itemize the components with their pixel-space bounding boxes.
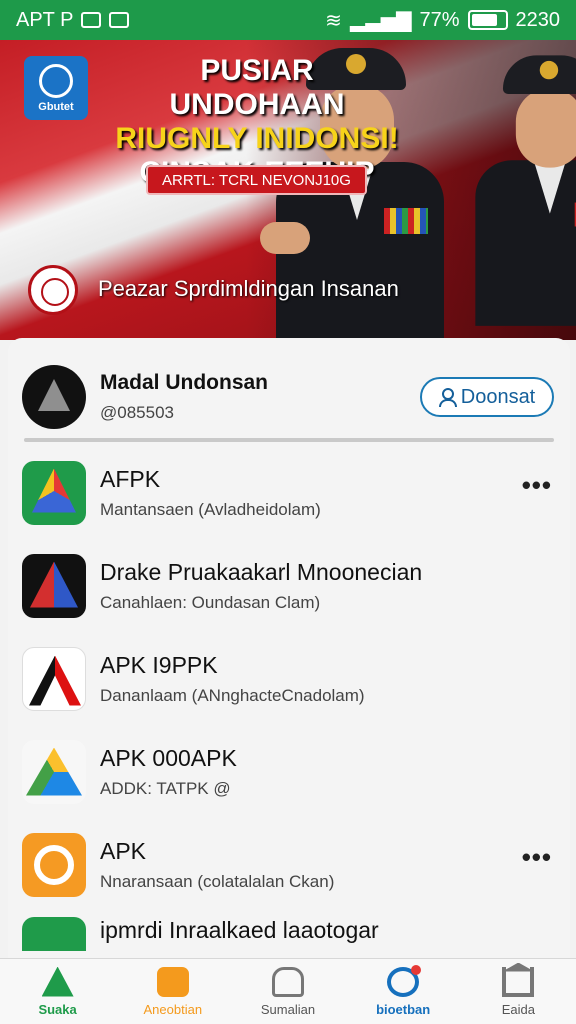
nav-label: Eaida xyxy=(501,1001,535,1017)
list-item[interactable]: Drake Pruakaakarl Mnoonecian Canahlaen: … xyxy=(8,539,570,632)
nav-suaka[interactable]: Suaka xyxy=(8,966,108,1017)
green-triangle-icon xyxy=(41,966,74,997)
nav-eaida[interactable]: Eaida xyxy=(468,966,568,1017)
nav-label: Aneobtian xyxy=(143,1001,203,1017)
app-text: APK 000APK ADDK: TATPK @ xyxy=(100,745,237,799)
wifi-icon: ≋ xyxy=(325,9,342,32)
clock: 2230 xyxy=(515,8,561,31)
app-desc: ADDK: TATPK @ xyxy=(100,778,231,798)
more-options-icon[interactable]: ••• xyxy=(522,470,552,501)
status-left: APT P xyxy=(16,8,130,32)
nav-label: Suaka xyxy=(38,1001,77,1017)
follow-label: Doonsat xyxy=(460,385,536,408)
app-text: ipmrdi Inraalkaed laaotogar xyxy=(100,917,379,944)
org-logo-text: Gbutet xyxy=(38,100,74,113)
app-list: AFPK Mantansaen (Avladheidolam) ••• Drak… xyxy=(8,446,570,951)
person-icon xyxy=(271,966,304,997)
blue-circle-icon xyxy=(387,964,422,997)
list-item[interactable]: APK 000APK ADDK: TATPK @ xyxy=(8,725,570,818)
carrier-label: APT P xyxy=(16,8,74,31)
more-options-icon[interactable]: ••• xyxy=(522,842,552,873)
nav-aneobtian[interactable]: Aneobtian xyxy=(123,966,223,1017)
message-icon xyxy=(109,12,130,28)
app-text: APK I9PPK Dananlaam (ANnghacteCnadolam) xyxy=(100,652,365,706)
notification-icon xyxy=(81,12,102,28)
app-name: ipmrdi Inraalkaed laaotogar xyxy=(100,917,379,943)
orange-gear-icon xyxy=(22,832,86,897)
status-bar: APT P ≋ ▂▃▅▇ 77% 2230 xyxy=(0,0,576,40)
red-blue-triangle-icon xyxy=(22,553,86,618)
app-desc: Mantansaen (Avladheidolam) xyxy=(100,499,321,519)
drive-icon xyxy=(22,739,86,804)
seal-icon xyxy=(28,265,78,315)
app-name: Drake Pruakaakarl Mnoonecian xyxy=(100,558,423,585)
divider xyxy=(24,438,554,442)
headline-line-2: RIUGNLY INIDONSI! xyxy=(115,122,399,155)
emblem-icon xyxy=(39,63,73,98)
app-desc: Nnaransaan (colatalalan Ckan) xyxy=(100,871,335,891)
list-item-partial[interactable]: ipmrdi Inraalkaed laaotogar xyxy=(8,911,570,951)
colorful-triangle-icon xyxy=(22,460,86,525)
signal-icon: ▂▃▅▇ xyxy=(349,9,412,32)
app-desc: Dananlaam (ANnghacteCnadolam) xyxy=(100,685,365,705)
banner-subtitle: Peazar Sprdimldingan Insanan xyxy=(98,276,399,301)
promo-banner[interactable]: Gbutet PUSIAR UNDOHAAN RIUGNLY INIDONSI!… xyxy=(0,40,576,340)
battery-percent: 77% xyxy=(419,8,460,31)
person-icon xyxy=(438,388,457,407)
officer-figure-2 xyxy=(468,48,576,326)
banner-tag: ARRTL: TCRL NEVONJ10G xyxy=(146,165,367,195)
profile-name: Madal Undonsan xyxy=(100,371,269,394)
app-name: AFPK xyxy=(100,465,161,492)
list-item[interactable]: AFPK Mantansaen (Avladheidolam) ••• xyxy=(8,446,570,539)
content-card: Madal Undonsan @085503 Doonsat AFPK Mant… xyxy=(8,338,570,1024)
red-black-a-icon xyxy=(22,646,86,711)
battery-icon xyxy=(467,10,508,30)
app-name: APK 000APK xyxy=(100,744,237,771)
profile-text: Madal Undonsan @085503 xyxy=(100,371,268,423)
app-name: APK I9PPK xyxy=(100,651,218,678)
bottom-nav: Suaka Aneobtian Sumalian bioetban Eaida xyxy=(0,958,576,1024)
notification-dot xyxy=(411,964,422,975)
avatar[interactable] xyxy=(22,365,86,429)
partial-app-icon xyxy=(22,917,86,951)
headline-line-1: PUSIAR UNDOHAAN xyxy=(169,54,345,121)
battery-fill xyxy=(471,14,497,26)
org-logo: Gbutet xyxy=(24,56,88,120)
profile-header: Madal Undonsan @085503 Doonsat xyxy=(8,338,570,438)
nav-bioetban[interactable]: bioetban xyxy=(353,964,453,1017)
nav-sumalian[interactable]: Sumalian xyxy=(238,966,338,1017)
nav-label: bioetban xyxy=(376,1001,431,1017)
follow-button[interactable]: Doonsat xyxy=(420,377,554,417)
list-item[interactable]: APK I9PPK Dananlaam (ANnghacteCnadolam) xyxy=(8,632,570,725)
app-text: Drake Pruakaakarl Mnoonecian Canahlaen: … xyxy=(100,559,422,613)
orange-square-icon xyxy=(156,966,189,997)
list-item[interactable]: APK Nnaransaan (colatalalan Ckan) ••• xyxy=(8,818,570,911)
app-desc: Canahlaen: Oundasan Clam) xyxy=(100,592,321,612)
app-name: APK xyxy=(100,837,147,864)
status-right: ≋ ▂▃▅▇ 77% 2230 xyxy=(325,8,560,33)
nav-label: Sumalian xyxy=(260,1001,316,1017)
profile-handle: @085503 xyxy=(100,403,174,422)
app-text: AFPK Mantansaen (Avladheidolam) xyxy=(100,466,321,520)
bank-icon xyxy=(502,966,535,997)
app-text: APK Nnaransaan (colatalalan Ckan) xyxy=(100,838,334,892)
